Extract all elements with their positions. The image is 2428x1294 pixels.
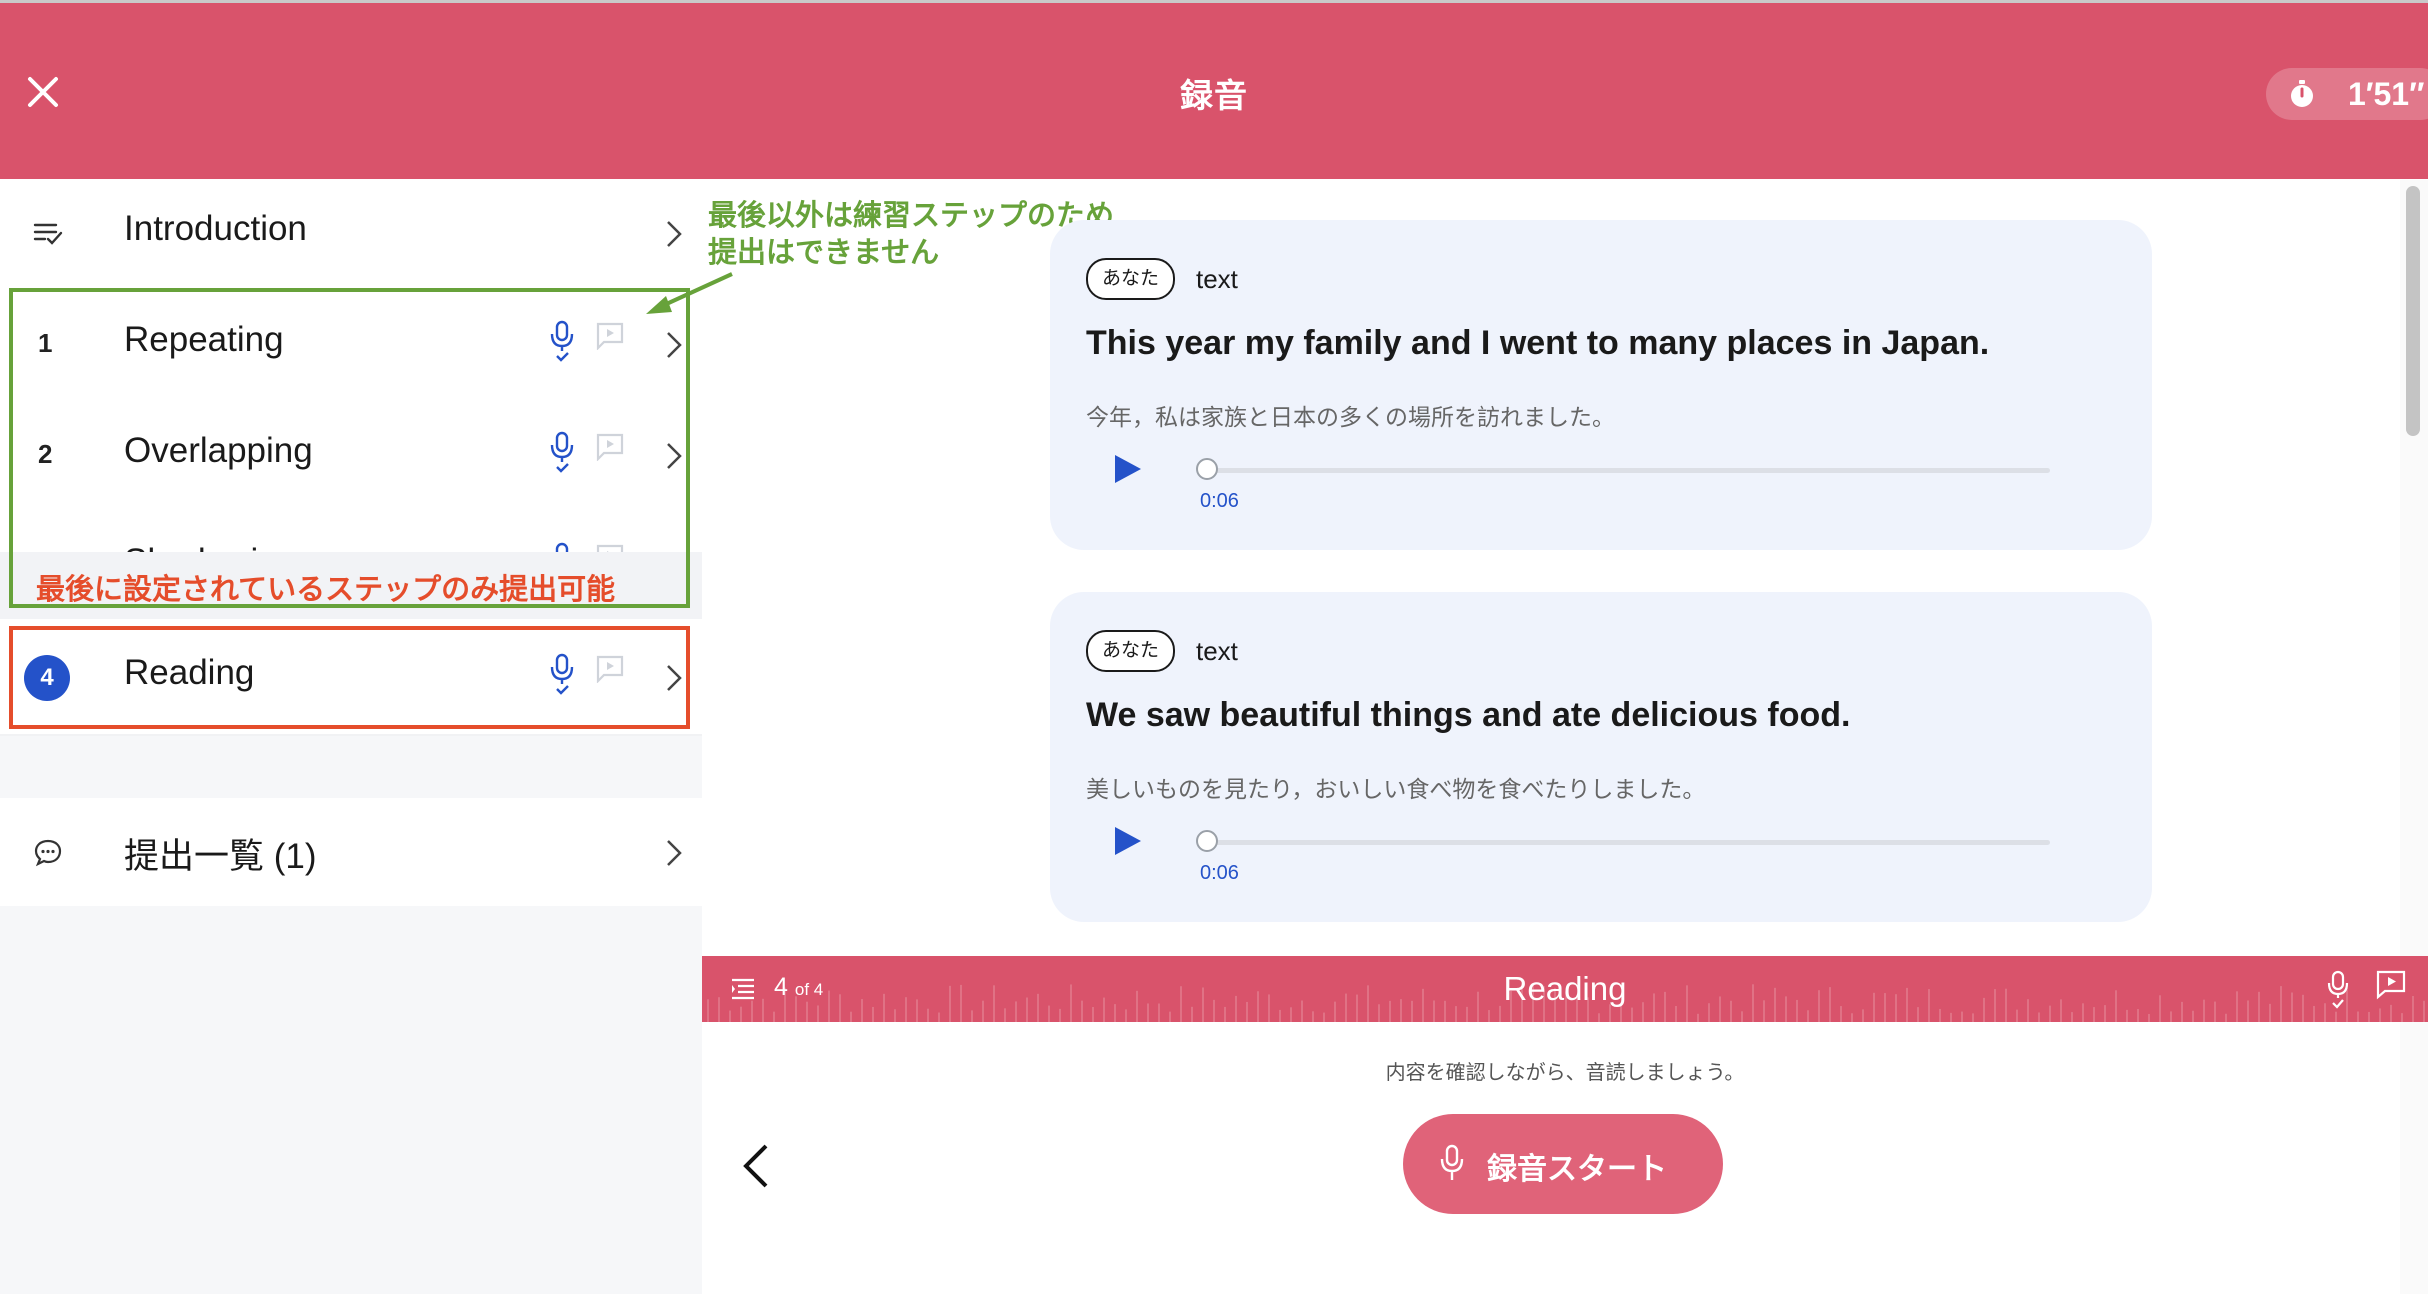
annotation-arrow-icon — [646, 272, 733, 314]
chevron-right-icon — [667, 221, 682, 247]
scrollbar-thumb[interactable] — [2406, 186, 2420, 436]
timer: 1′51″ — [2266, 68, 2428, 120]
english-sentence: We saw beautiful things and ate deliciou… — [1086, 696, 1851, 734]
audio-duration: 0:06 — [1200, 862, 1239, 884]
speaker-pill: あなた — [1086, 258, 1176, 300]
step-title: Reading — [1503, 970, 1627, 1007]
sentence-card: あなた text We saw beautiful things and ate… — [1050, 592, 2152, 922]
step-bar: 4 of 4 Reading — [702, 956, 2428, 1022]
chevron-right-icon — [667, 840, 682, 866]
mic-check-icon — [2327, 970, 2349, 1009]
record-button-label: 録音スタート — [1487, 1153, 1667, 1186]
japanese-translation: 美しいものを見たり，おいしい食べ物を食べたりしました。 — [1086, 776, 1706, 802]
audio-progress-track[interactable] — [1200, 840, 2050, 845]
play-icon[interactable] — [1110, 824, 1144, 858]
sentence-card: あなた text This year my family and I went … — [1050, 220, 2152, 550]
chat-bubble-icon — [34, 839, 62, 867]
stopwatch-icon — [2291, 80, 2313, 107]
play-icon[interactable] — [1110, 452, 1144, 486]
annotation-box-practice-steps — [9, 288, 690, 608]
sidebar-item-submissions[interactable]: 提出一覧 (1) — [0, 798, 702, 906]
audio-progress-knob[interactable] — [1196, 830, 1218, 852]
audio-duration: 0:06 — [1200, 490, 1239, 512]
instruction-text: 内容を確認しながら、音読しましょう。 — [1385, 1062, 1745, 1084]
mic-icon — [1440, 1144, 1464, 1180]
sidebar-item-introduction[interactable]: Introduction — [0, 179, 702, 292]
page-title: 録音 — [1180, 77, 1248, 114]
japanese-translation: 今年，私は家族と日本の多くの場所を訪れました。 — [1086, 404, 1615, 430]
annotation-box-submit-step — [9, 626, 690, 729]
record-start-button[interactable]: 録音スタート — [1403, 1114, 1723, 1214]
audio-progress-knob[interactable] — [1196, 458, 1218, 480]
audio-progress-track[interactable] — [1200, 468, 2050, 473]
card-type-label: text — [1196, 636, 1238, 666]
list-check-icon — [33, 223, 63, 245]
english-sentence: This year my family and I went to many p… — [1086, 324, 1990, 362]
speaker-pill: あなた — [1086, 630, 1176, 672]
annotation-green-line: 最後以外は練習ステップのため — [708, 200, 1115, 232]
sidebar-item-label: 提出一覧 (1) — [124, 837, 317, 876]
sidebar-item-label: Introduction — [124, 209, 307, 248]
card-type-label: text — [1196, 264, 1238, 294]
app-header: 録音 1′51″ — [0, 3, 2428, 179]
chat-play-icon — [2376, 970, 2406, 1000]
chevron-left-icon[interactable] — [740, 1142, 770, 1190]
timer-value: 1′51″ — [2348, 76, 2425, 112]
